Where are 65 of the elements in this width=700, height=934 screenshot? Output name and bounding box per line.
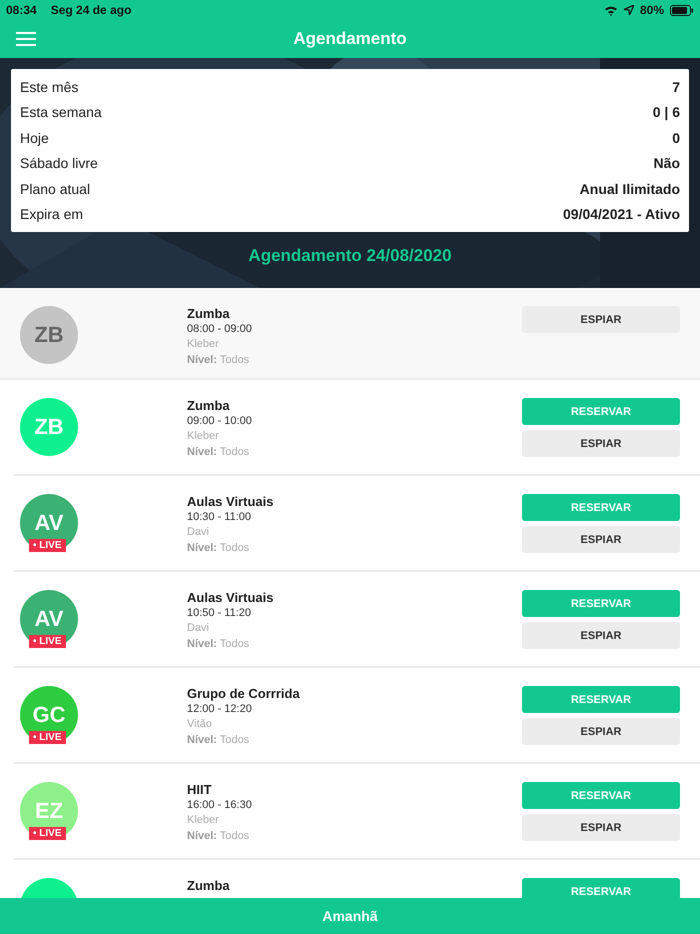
reserve-button[interactable]: RESERVAR xyxy=(522,590,680,617)
next-day-button[interactable]: Amanhã xyxy=(0,898,700,934)
class-time: 12:00 - 12:20 xyxy=(187,702,253,716)
class-level: Nível: Todos xyxy=(187,636,250,652)
reserve-button[interactable]: RESERVAR xyxy=(522,878,680,898)
reserve-button[interactable]: RESERVAR xyxy=(522,782,680,809)
class-name: Zumba xyxy=(187,306,231,322)
preview-button[interactable]: ESPIAR xyxy=(522,430,680,457)
instructor-name: Davi xyxy=(187,621,210,636)
live-badge: • LIVE xyxy=(29,731,66,744)
stat-label: Plano atual xyxy=(20,180,90,197)
battery-percent: 80% xyxy=(640,3,664,17)
preview-button[interactable]: ESPIAR xyxy=(522,814,680,841)
screen-title: Agendamento xyxy=(293,29,407,49)
status-date: Seg 24 de ago xyxy=(50,3,132,17)
class-time: 09:00 - 10:00 xyxy=(187,414,253,428)
instructor-name: Vitão xyxy=(187,717,213,732)
reserve-button[interactable]: RESERVAR xyxy=(522,398,680,425)
stat-label: Esta semana xyxy=(20,104,102,120)
wifi-icon xyxy=(604,4,618,16)
stat-value: 0 | 6 xyxy=(652,104,680,120)
stat-label: Expira em xyxy=(20,206,84,222)
class-name: Aulas Virtuais xyxy=(187,494,274,510)
class-level: Nível: Todos xyxy=(187,540,250,556)
battery-icon xyxy=(670,4,694,16)
class-level: Nível: Todos xyxy=(187,732,250,748)
stat-label: Hoje xyxy=(20,130,49,146)
stat-value: 09/04/2021 - Ativo xyxy=(563,206,680,222)
stat-label: Este mês xyxy=(20,78,78,95)
preview-button[interactable]: ESPIAR xyxy=(522,622,680,649)
live-badge: • LIVE xyxy=(29,827,66,840)
preview-button[interactable]: ESPIAR xyxy=(522,306,680,333)
live-badge: • LIVE xyxy=(29,539,66,552)
class-level: Nível: Todos xyxy=(187,444,250,460)
menu-icon[interactable] xyxy=(16,31,36,47)
class-time: 16:00 - 16:30 xyxy=(187,798,253,812)
reserve-button[interactable]: RESERVAR xyxy=(522,686,680,713)
preview-button[interactable]: ESPIAR xyxy=(522,526,680,553)
class-name: Zumba xyxy=(187,878,231,894)
class-level: Nível: Todos xyxy=(187,352,250,368)
class-name: Grupo de Corrrida xyxy=(187,686,301,702)
class-name: HIIT xyxy=(187,782,213,798)
preview-button[interactable]: ESPIAR xyxy=(522,718,680,745)
class-name: Zumba xyxy=(187,398,231,414)
reserve-button[interactable]: RESERVAR xyxy=(522,494,680,521)
class-name: Aulas Virtuais xyxy=(187,590,274,606)
class-avatar: ZB xyxy=(20,398,78,456)
live-badge: • LIVE xyxy=(29,635,66,648)
class-avatar: ZB xyxy=(20,306,78,364)
stat-label: Sábado livre xyxy=(20,155,98,172)
stat-value: Não xyxy=(654,155,680,172)
clock-time: 08:34 xyxy=(6,3,37,17)
class-time: 10:30 - 11:00 xyxy=(187,510,252,524)
schedule-heading: Agendamento 24/08/2020 xyxy=(248,246,452,266)
instructor-name: Kleber xyxy=(187,813,220,828)
instructor-name: Kleber xyxy=(187,429,220,444)
location-arrow-icon xyxy=(624,5,634,15)
class-time: 10:50 - 11:20 xyxy=(187,606,252,620)
stat-value: 0 xyxy=(672,130,680,146)
stat-value: 7 xyxy=(672,78,680,95)
class-time: 08:00 - 09:00 xyxy=(187,322,253,336)
class-level: Nível: Todos xyxy=(187,828,250,844)
instructor-name: Davi xyxy=(187,525,210,540)
instructor-name: Kleber xyxy=(187,337,220,352)
stat-value: Anual Ilimitado xyxy=(580,180,680,197)
